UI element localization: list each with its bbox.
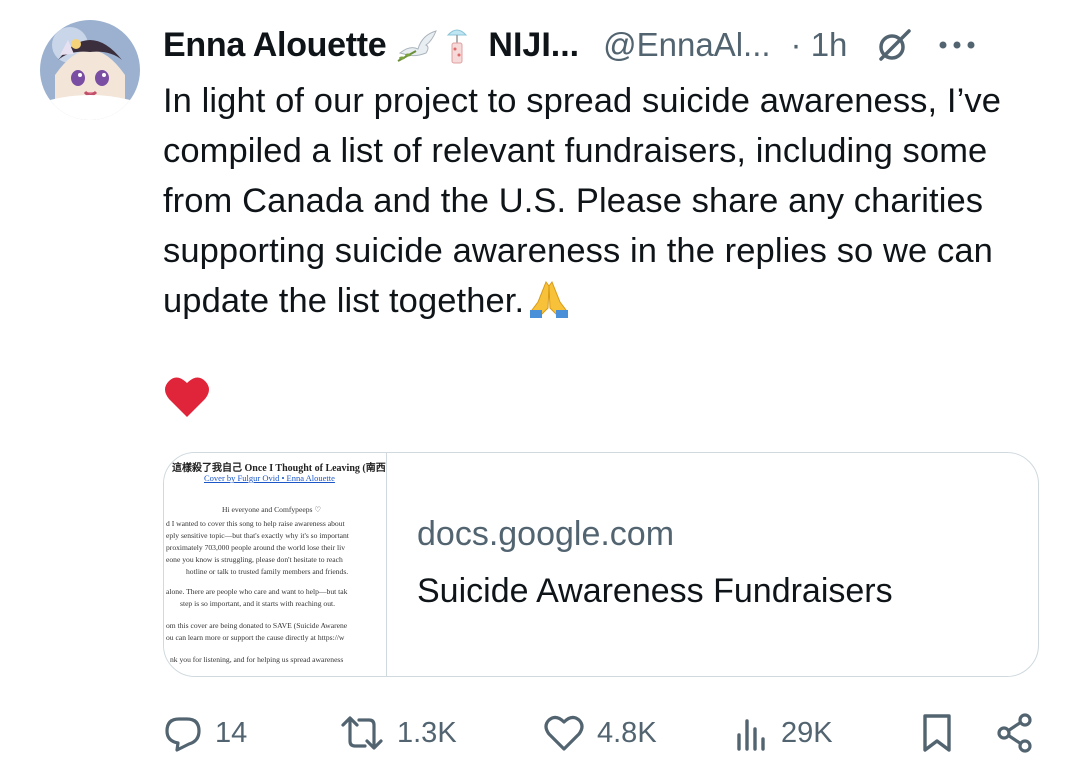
thumb-line: Hi everyone and Comfypeeps ♡	[222, 505, 322, 514]
heart-icon	[543, 713, 585, 753]
share-icon	[995, 712, 1035, 754]
handle[interactable]: @EnnaAl...	[603, 26, 770, 64]
wind-chime-icon	[440, 23, 474, 67]
thumb-title: 這樣殺了我自己 Once I Thought of Leaving (南西肖	[172, 463, 387, 474]
more-icon[interactable]	[935, 25, 979, 65]
views-count: 29K	[781, 716, 833, 749]
thumb-line: step is so important, and it starts with…	[180, 599, 336, 608]
repost-button[interactable]: 1.3K	[339, 713, 457, 753]
tweet-text: In light of our project to spread suicid…	[163, 76, 1053, 326]
card-domain: docs.google.com	[417, 514, 675, 553]
reply-button[interactable]: 14	[163, 713, 247, 753]
folded-hands-icon	[526, 278, 572, 318]
red-heart-icon	[163, 373, 211, 421]
thumb-line: proximately 703,000 people around the wo…	[166, 543, 346, 552]
card-thumbnail: 這樣殺了我自己 Once I Thought of Leaving (南西肖 C…	[164, 453, 387, 676]
bookmark-icon	[919, 712, 955, 754]
org-name[interactable]: NIJI...	[488, 26, 579, 65]
views-button[interactable]: 29K	[733, 713, 833, 753]
reply-count: 14	[215, 716, 248, 749]
repost-icon	[339, 713, 385, 753]
thumb-line: eply sensitive topic—but that's exactly …	[166, 531, 349, 540]
card-title: Suicide Awareness Fundraisers	[417, 571, 893, 610]
views-icon	[733, 713, 769, 753]
like-button[interactable]: 4.8K	[543, 713, 657, 753]
thumb-line: nk you for listening, and for helping us…	[170, 655, 344, 664]
thumb-subtitle: Cover by Fulgur Ovid • Enna Alouette	[204, 473, 335, 483]
thumb-line: om this cover are being donated to SAVE …	[166, 621, 348, 630]
thumb-line: eone you know is struggling, please don'…	[166, 555, 343, 564]
display-name[interactable]: Enna Alouette	[163, 26, 387, 65]
reply-icon	[163, 713, 203, 753]
link-card[interactable]: 這樣殺了我自己 Once I Thought of Leaving (南西肖 C…	[163, 452, 1039, 677]
dove-icon	[396, 23, 440, 67]
grok-icon[interactable]	[873, 25, 913, 65]
avatar[interactable]	[40, 20, 140, 120]
thumb-line: hotline or talk to trusted family member…	[186, 567, 349, 576]
tweet-header: Enna Alouette NIJI... @EnnaAl... · 1h	[163, 20, 1043, 70]
timestamp[interactable]: · 1h	[791, 26, 848, 64]
bookmark-button[interactable]	[919, 712, 955, 754]
like-count: 4.8K	[597, 716, 657, 749]
repost-count: 1.3K	[397, 716, 457, 749]
share-button[interactable]	[995, 712, 1035, 754]
thumb-line: d I wanted to cover this song to help ra…	[166, 519, 345, 528]
tweet-body: In light of our project to spread suicid…	[163, 82, 1001, 320]
card-meta: docs.google.com Suicide Awareness Fundra…	[387, 453, 1038, 676]
thumb-line: ou can learn more or support the cause d…	[166, 633, 345, 642]
thumb-line: alone. There are people who care and wan…	[166, 587, 348, 596]
action-bar: 14 1.3K 4.8K 29K	[163, 708, 1043, 758]
